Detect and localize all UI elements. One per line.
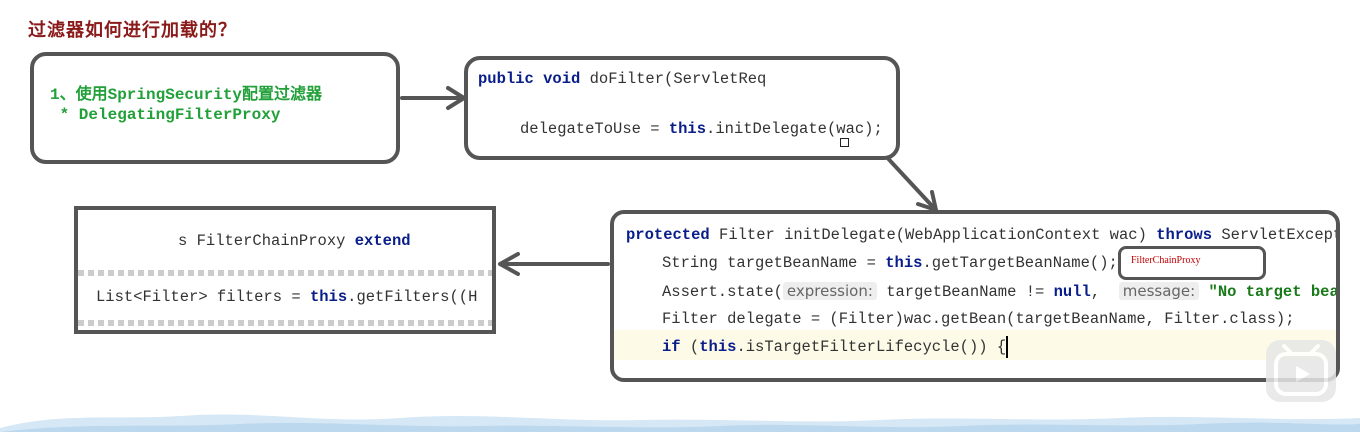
cursor-marker [840, 138, 849, 147]
play-icon [1274, 344, 1328, 396]
arrow-box2-to-box4 [880, 150, 936, 210]
code-line-init-delegate-call: delegateToUse = this.initDelegate(wac); [520, 120, 883, 138]
code-line-get-filters: List<Filter> filters = this.getFilters((… [96, 288, 478, 306]
code-line-dofilter-signature: public void doFilter(ServletReq [478, 70, 767, 88]
code-line-initdelegate-signature: protected Filter initDelegate(WebApplica… [626, 226, 1340, 244]
cropped-line-fragment [78, 320, 492, 326]
code-line-get-bean: Filter delegate = (Filter)wac.getBean(ta… [662, 310, 1295, 328]
step-line-2: * DelegatingFilterProxy [50, 106, 281, 124]
step-line-1: 1、使用SpringSecurity配置过滤器 [50, 86, 323, 104]
code-box-initdelegate: protected Filter initDelegate(WebApplica… [610, 210, 1340, 382]
filterchainproxy-callout: FilterChainProxy [1118, 246, 1266, 280]
text-cursor [1006, 336, 1008, 358]
cropped-line-fragment [78, 270, 492, 276]
code-line-target-bean-name: String targetBeanName = this.getTargetBe… [662, 254, 1118, 272]
step-box-spring-security: 1、使用SpringSecurity配置过滤器 * DelegatingFilt… [30, 52, 400, 164]
video-play-overlay[interactable] [1266, 340, 1336, 402]
callout-label: FilterChainProxy [1131, 255, 1201, 266]
code-box-filterchainproxy: s FilterChainProxy extend List<Filter> f… [74, 206, 496, 334]
code-line-class-decl: s FilterChainProxy extend [178, 232, 411, 250]
code-box-dofilter: public void doFilter(ServletReq delegate… [464, 56, 900, 160]
code-line-if-lifecycle: if (this.isTargetFilterLifecycle()) { [662, 338, 1007, 356]
bottom-wave-decoration [0, 414, 1360, 432]
code-line-assert-state: Assert.state(expression: targetBeanName … [662, 282, 1339, 301]
